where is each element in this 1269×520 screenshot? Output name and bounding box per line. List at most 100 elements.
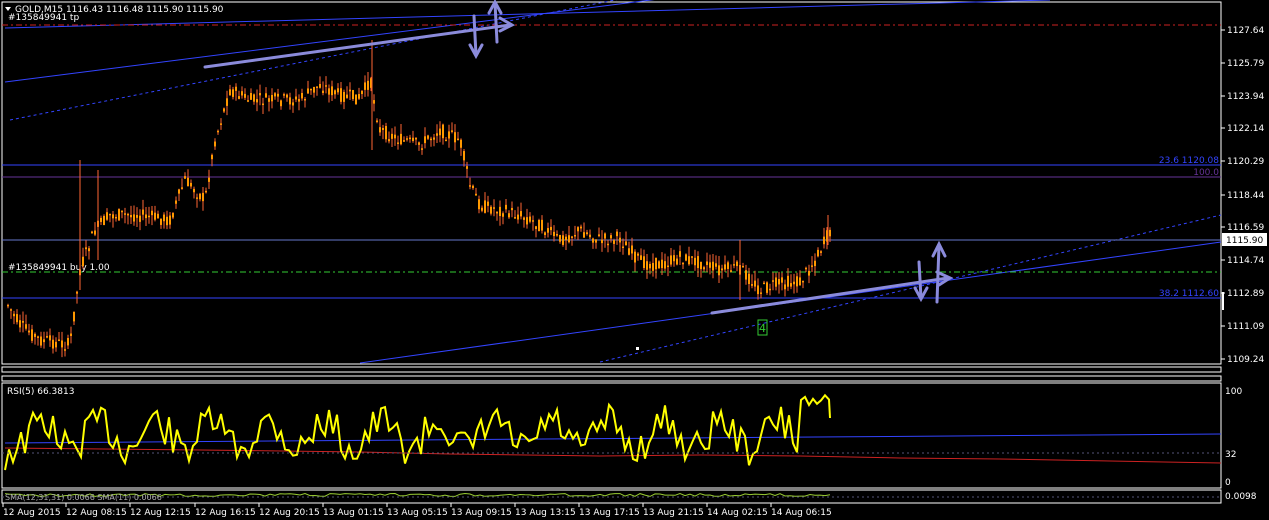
candle-body [649,264,651,269]
upper-arrow-down-shaft[interactable] [472,14,478,57]
candle-body [763,282,765,285]
candle-body [601,239,603,244]
fib-236-label: 23.6 1120.08 [1159,156,1219,166]
candle-body [766,282,768,293]
candle-body [388,139,390,142]
candle-body [103,215,105,226]
time-tick-label: 12 Aug 16:15 [195,508,256,518]
candle-body [772,280,774,282]
lower-arrow-down-shaft[interactable] [917,260,923,300]
candle-body [685,254,687,261]
lower-arrow-up-shaft[interactable] [935,243,941,304]
candle-body [796,276,798,287]
channel-lower-dashed-line[interactable] [599,214,1222,363]
candle-body [409,137,411,140]
candle-body [109,213,111,216]
candle-body [178,189,180,194]
candle-body [10,309,12,311]
candle-body [778,279,780,285]
channel-upper-dashed-line[interactable] [9,0,640,121]
candle-body [505,204,507,210]
upper-arrow-line[interactable] [203,23,512,69]
candle-body [532,220,534,222]
candle-body [379,127,381,133]
gold-m15-chart[interactable]: #135849941 tp 23.6 1120.08 100.0 38.2 11… [0,0,1269,520]
candle-body [316,86,318,88]
candle-body [574,235,576,237]
candle-body [652,262,654,271]
candle-body [7,304,9,307]
candle-body [703,267,705,270]
candle-body [328,88,330,95]
candle-body [643,256,645,269]
candle-body [199,193,201,200]
candle-body [376,120,378,123]
candle-body [616,231,618,237]
candle-body [529,216,531,222]
candle-body [493,207,495,209]
time-tick-label: 13 Aug 17:15 [579,508,640,518]
candle-body [193,188,195,193]
drawn-arrows[interactable] [203,0,954,315]
candle-body [91,231,93,234]
candle-body [343,91,345,102]
candle-body [352,90,354,100]
candle-body [547,228,549,233]
candle-body [550,226,552,231]
candle-body [595,239,597,243]
candle-body [580,226,582,229]
candle-body [514,217,516,219]
candle-body [535,226,537,230]
candle-body [175,200,177,204]
candle-body [421,148,423,150]
candle-body [613,240,615,244]
candle-body [136,214,138,218]
candle-body [106,212,108,220]
candle-body [487,201,489,206]
candle-body [733,264,735,266]
candle-body [202,192,204,202]
candle-body [586,232,588,235]
candle-body [622,246,624,249]
candlestick-series [7,40,831,358]
candle-body [19,320,21,328]
candle-body [628,248,630,255]
candle-body [271,95,273,102]
candle-body [112,214,114,219]
candle-body [811,265,813,267]
candle-body [784,284,786,290]
chart-menu-triangle-icon[interactable] [5,7,11,11]
candle-body [751,284,753,286]
candle-body [34,333,36,337]
candle-body [583,232,585,238]
candle-body [295,96,297,100]
candle-body [322,90,324,94]
candle-body [229,89,231,96]
candle-body [745,270,747,280]
upper-arrow-up-shaft[interactable] [493,1,499,44]
price-tick-label: 1109.24 [1227,355,1264,365]
candle-body [511,207,513,211]
candle-body [76,291,78,294]
candle-body [721,268,723,271]
wave-label: 4 [759,322,766,335]
candle-body [43,339,45,343]
candle-body [682,262,684,265]
candle-body [499,206,501,217]
price-tick-label: 1114.74 [1227,256,1264,266]
candle-body [139,215,141,222]
candle-body [769,288,771,291]
candle-body [442,124,444,139]
candle-body [214,141,216,147]
candle-body [394,134,396,139]
candle-body [415,137,417,140]
candle-body [292,102,294,106]
candle-body [217,130,219,133]
candle-body [115,216,117,219]
candle-body [610,235,612,239]
candle-body [256,99,258,103]
candle-body [382,127,384,130]
price-tick-label: 1118.44 [1227,191,1264,201]
candle-body [400,133,402,145]
time-tick-label: 13 Aug 01:15 [323,508,384,518]
